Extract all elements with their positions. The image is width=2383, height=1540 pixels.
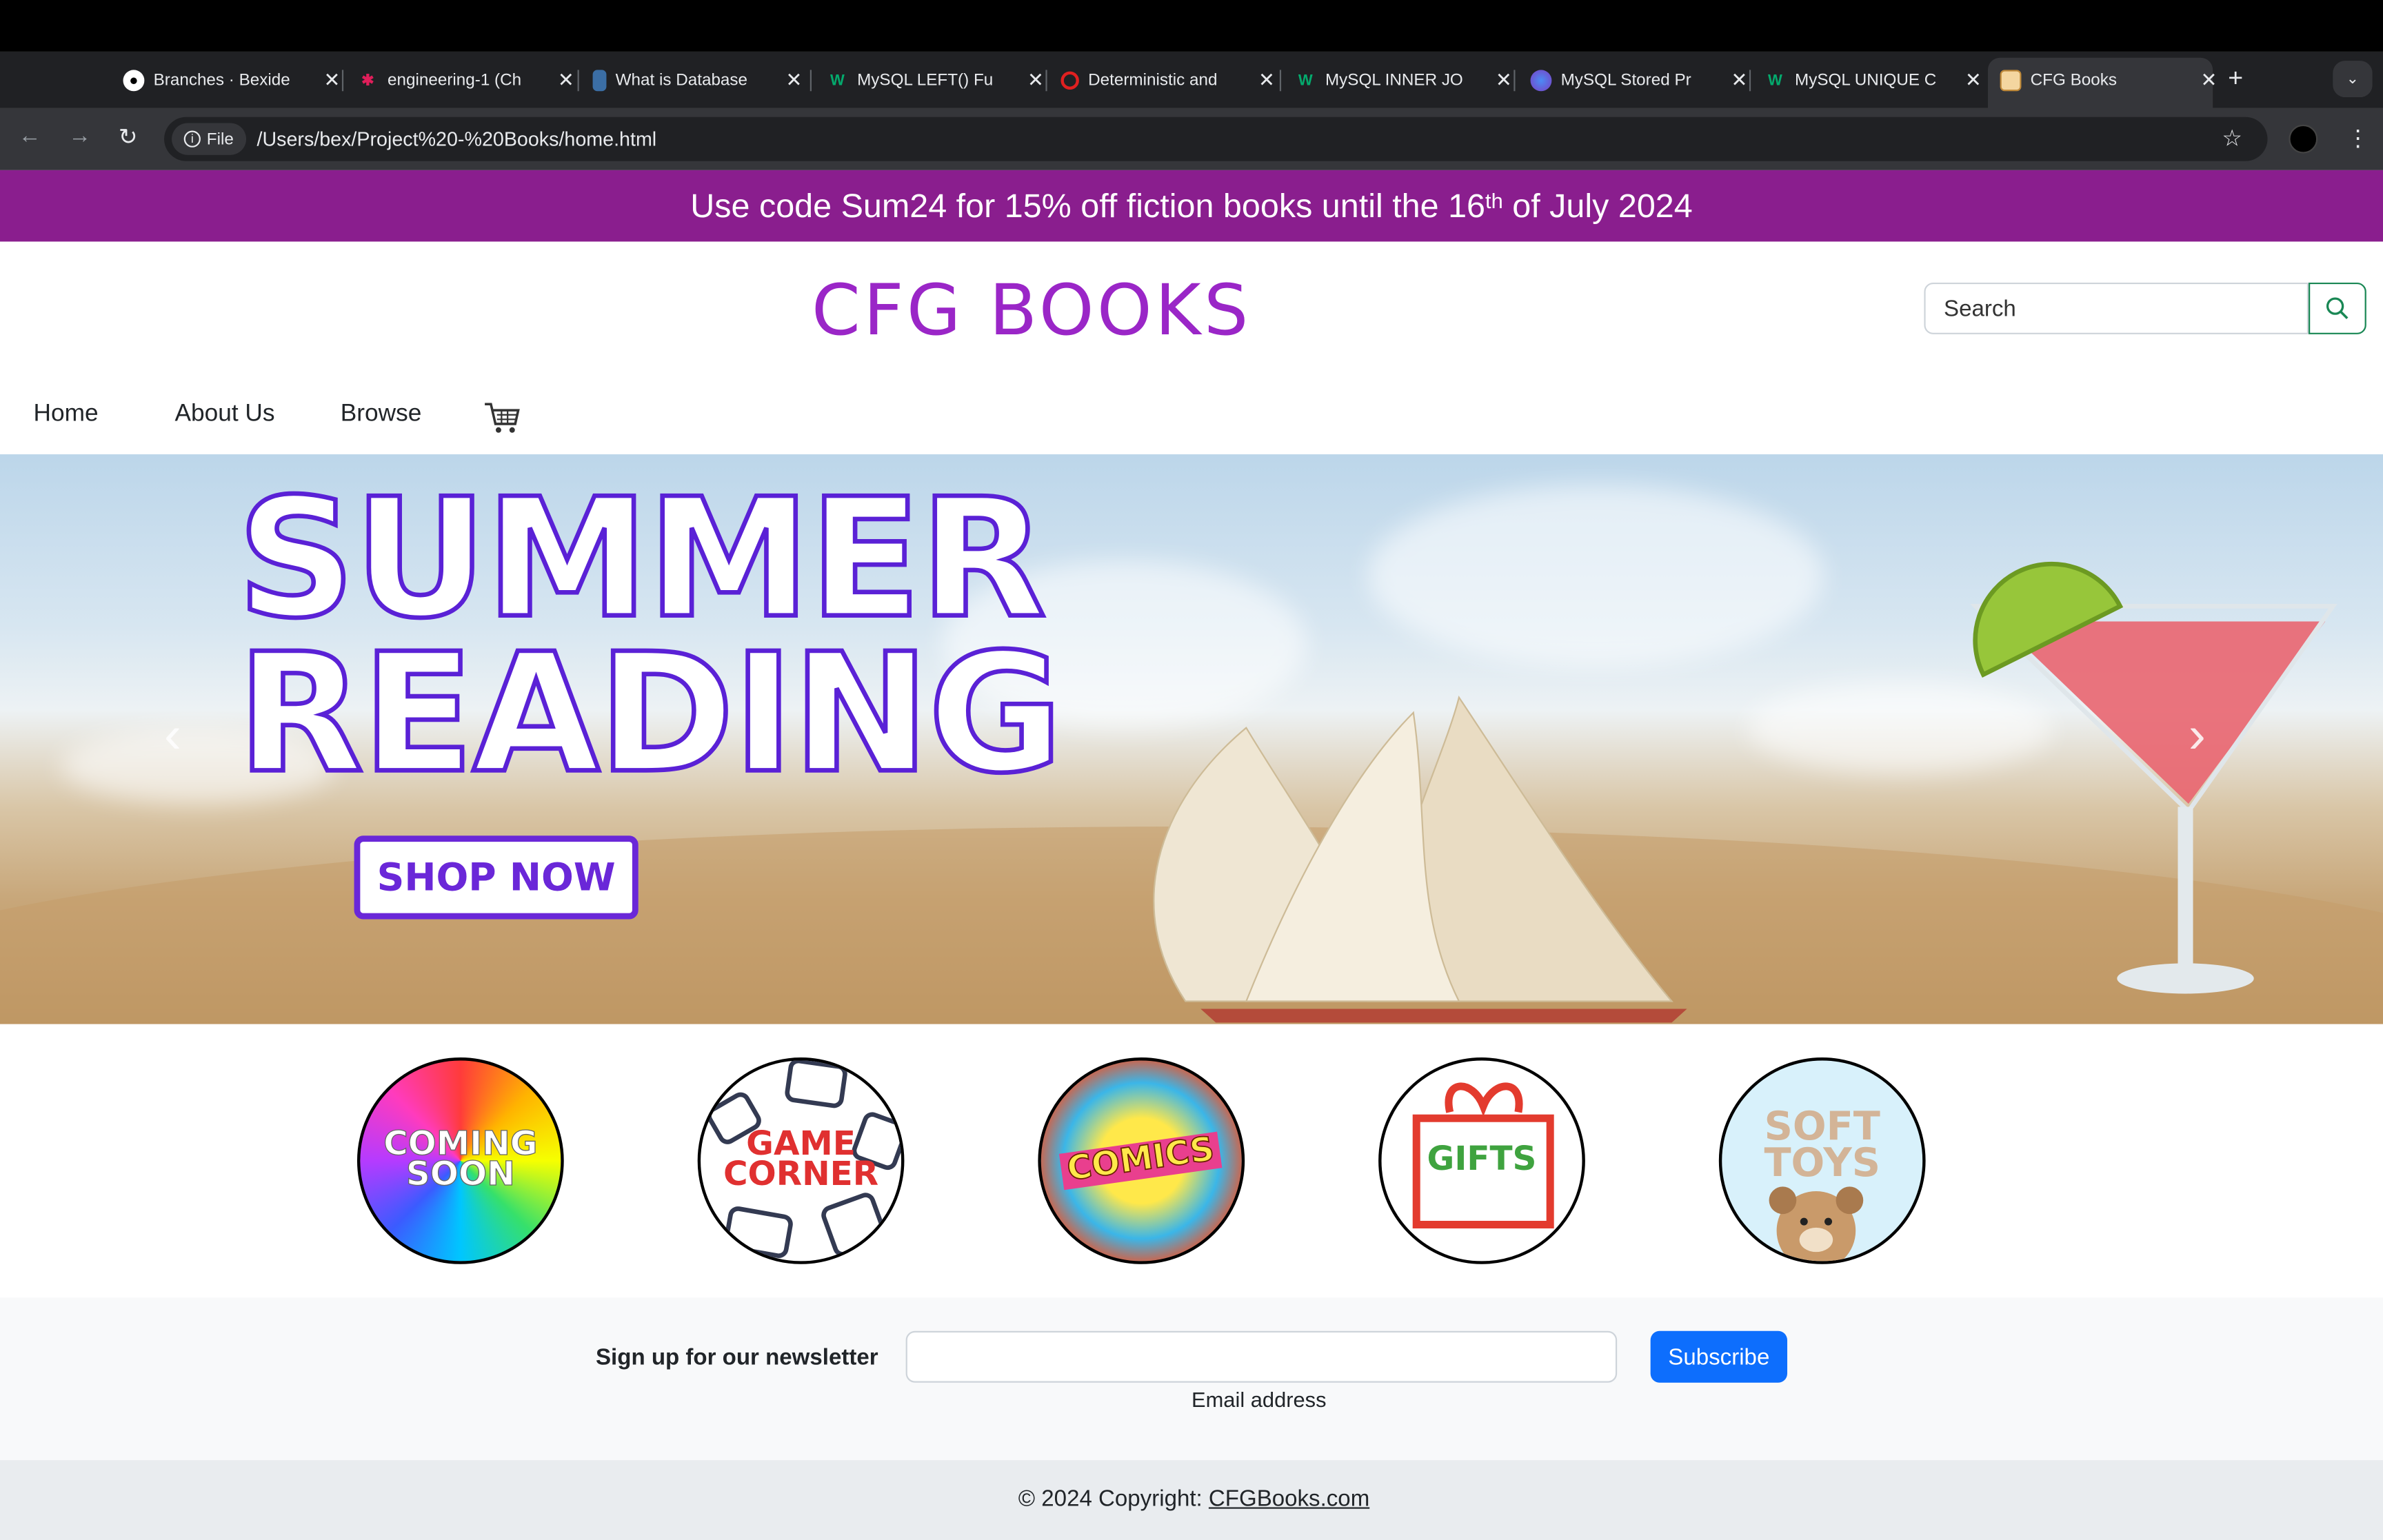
tab-title: What is Database xyxy=(615,71,748,90)
info-icon: i xyxy=(183,130,201,148)
email-label: Email address xyxy=(1192,1387,1327,1412)
oracle-icon xyxy=(1060,71,1079,90)
hero-carousel[interactable]: SUMMER READING SHOP NOW ‹ › xyxy=(0,454,2383,1024)
cart-icon[interactable] xyxy=(483,401,521,443)
search-input[interactable] xyxy=(1924,282,2309,334)
slack-icon: ✱ xyxy=(361,72,374,89)
search-button[interactable] xyxy=(2309,282,2366,334)
shop-now-button[interactable]: SHOP NOW xyxy=(354,835,639,920)
close-icon[interactable]: ✕ xyxy=(1965,68,1982,92)
category-label: SOFT xyxy=(1764,1104,1880,1151)
tab-deterministic[interactable]: Deterministic and ✕ xyxy=(1060,64,1275,97)
nav-home[interactable]: Home xyxy=(33,401,98,429)
category-label: COMICS xyxy=(1065,1131,1218,1190)
tab-title: MySQL INNER JO xyxy=(1325,71,1463,90)
category-game-corner[interactable]: GAME CORNER xyxy=(697,1057,905,1264)
tab-slack[interactable]: ✱ engineering-1 (Ch ✕ xyxy=(357,64,574,97)
tab-mysql-stored[interactable]: MySQL Stored Pr ✕ xyxy=(1530,64,1748,97)
category-label: CORNER xyxy=(723,1156,879,1195)
close-icon[interactable]: ✕ xyxy=(1027,68,1044,92)
tab-title: engineering-1 (Ch xyxy=(388,71,522,90)
close-icon[interactable]: ✕ xyxy=(1496,68,1512,92)
tab-mysql-inner[interactable]: W MySQL INNER JO ✕ xyxy=(1295,64,1512,97)
category-soft-toys[interactable]: SOFT TOYS xyxy=(1718,1057,1926,1264)
carousel-prev-icon[interactable]: ‹ xyxy=(164,707,181,766)
tab-title: Branches · Bexide xyxy=(153,71,290,90)
github-icon: ● xyxy=(123,70,145,92)
promo-banner: Use code Sum24 for 15% off fiction books… xyxy=(0,170,2383,242)
nav-browse[interactable]: Browse xyxy=(341,401,422,429)
copyright-label: © 2024 Copyright: xyxy=(1018,1486,1209,1512)
tab-database[interactable]: What is Database ✕ xyxy=(592,64,803,97)
profile-avatar[interactable] xyxy=(2289,124,2318,154)
tab-title: MySQL LEFT() Fu xyxy=(857,71,994,90)
hero-title-line2: READING xyxy=(235,620,1065,810)
site-info-chip[interactable]: i File xyxy=(172,123,246,155)
screenshot: ● Branches · Bexide ✕ ✱ engineering-1 (C… xyxy=(0,0,2383,1540)
screen-top-bar xyxy=(0,0,2383,52)
newsletter-label: Sign up for our newsletter xyxy=(596,1344,878,1371)
w3schools-icon: W xyxy=(1767,72,1782,89)
tab-title: MySQL Stored Pr xyxy=(1560,71,1691,90)
promo-text: Use code Sum24 for 15% off fiction books… xyxy=(690,186,1486,225)
promo-superscript: th xyxy=(1485,188,1503,212)
tab-search-chevron-icon[interactable]: ⌄ xyxy=(2333,61,2373,98)
bookmark-star-icon[interactable]: ☆ xyxy=(2222,125,2242,152)
close-icon[interactable]: ✕ xyxy=(1258,68,1275,92)
category-label: SOON xyxy=(405,1156,515,1195)
forward-icon[interactable]: → xyxy=(68,123,91,149)
copyright-text: © 2024 Copyright: CFGBooks.com xyxy=(1018,1486,1369,1512)
globe-icon xyxy=(1530,70,1552,92)
browser-menu-icon[interactable]: ⋮ xyxy=(2346,125,2369,152)
tab-title: Deterministic and xyxy=(1088,71,1218,90)
category-coming-soon[interactable]: COMING SOON xyxy=(356,1057,564,1264)
category-gifts[interactable]: GIFTS xyxy=(1378,1057,1585,1264)
nav-about-us[interactable]: About Us xyxy=(174,401,274,429)
url-text[interactable]: /Users/bex/Project%20-%20Books/home.html xyxy=(257,128,656,150)
footer-link[interactable]: CFGBooks.com xyxy=(1209,1486,1369,1512)
subscribe-button[interactable]: Subscribe xyxy=(1650,1330,1788,1383)
close-icon[interactable]: ✕ xyxy=(323,68,340,92)
reload-icon[interactable]: ↻ xyxy=(119,123,138,150)
tab-title: MySQL UNIQUE C xyxy=(1795,71,1937,90)
file-label: File xyxy=(206,130,234,148)
search-icon xyxy=(2326,297,2349,320)
site-logo[interactable]: CFG BOOKS xyxy=(812,269,1251,351)
close-icon[interactable]: ✕ xyxy=(558,68,574,92)
tab-mysql-left[interactable]: W MySQL LEFT() Fu ✕ xyxy=(827,64,1044,97)
category-comics[interactable]: COMICS xyxy=(1038,1057,1245,1264)
close-icon[interactable]: ✕ xyxy=(1731,68,1747,92)
back-icon[interactable]: ← xyxy=(18,123,41,149)
close-icon[interactable]: ✕ xyxy=(2201,68,2218,92)
category-label: GIFTS xyxy=(1427,1141,1537,1179)
tab-cfg-books[interactable]: CFG Books ✕ xyxy=(2000,64,2218,97)
email-field[interactable] xyxy=(905,1330,1618,1383)
w3schools-icon: W xyxy=(830,72,845,89)
site-icon xyxy=(2000,70,2022,92)
close-icon[interactable]: ✕ xyxy=(786,68,803,92)
carousel-next-icon[interactable]: › xyxy=(2189,707,2206,766)
tab-mysql-unique[interactable]: W MySQL UNIQUE C ✕ xyxy=(1764,64,1982,97)
new-tab-icon[interactable]: + xyxy=(2228,64,2243,94)
promo-text-end: of July 2024 xyxy=(1502,186,1693,225)
tab-title: CFG Books xyxy=(2030,71,2118,90)
category-label: TOYS xyxy=(1764,1141,1880,1187)
tab-branches[interactable]: ● Branches · Bexide ✕ xyxy=(123,64,341,97)
w3schools-icon: W xyxy=(1298,72,1313,89)
book-icon xyxy=(592,70,607,92)
